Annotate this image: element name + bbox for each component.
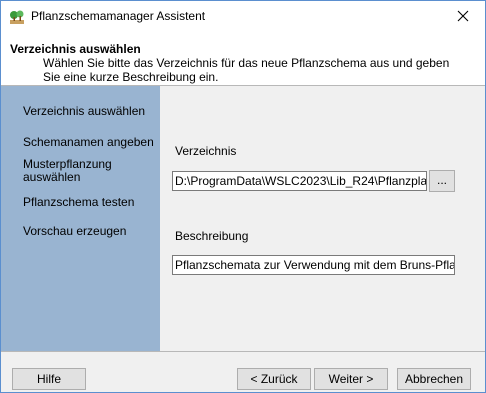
description-label: Beschreibung [175, 229, 249, 243]
directory-field[interactable]: D:\ProgramData\WSLC2023\Lib_R24\Pflanzpl… [172, 171, 427, 191]
back-button[interactable]: < Zurück [237, 368, 311, 390]
next-button[interactable]: Weiter > [314, 368, 388, 390]
title-bar[interactable]: Pflanzschemamanager Assistent [1, 1, 485, 33]
close-icon [457, 10, 469, 25]
sidebar-item-vorschau: Vorschau erzeugen [23, 224, 127, 238]
help-button[interactable]: Hilfe [12, 368, 86, 390]
step-title: Verzeichnis auswählen [10, 42, 141, 56]
step-description: Wählen Sie bitte das Verzeichnis für das… [43, 56, 450, 84]
app-tree-icon [9, 9, 25, 25]
steps-sidebar: Verzeichnis auswählen Schemanamen angebe… [1, 86, 160, 351]
wizard-header: Verzeichnis auswählen Wählen Sie bitte d… [1, 33, 485, 85]
description-field[interactable]: Pflanzschemata zur Verwendung mit dem Br… [172, 255, 455, 275]
close-button[interactable] [441, 1, 485, 33]
sidebar-item-verzeichnis: Verzeichnis auswählen [23, 104, 146, 118]
browse-button[interactable]: ... [429, 170, 455, 192]
wizard-content: Verzeichnis D:\ProgramData\WSLC2023\Lib_… [160, 86, 485, 351]
footer-divider [1, 351, 485, 352]
cancel-button[interactable]: Abbrechen [397, 368, 471, 390]
wizard-window: Pflanzschemamanager Assistent Verzeichni… [0, 0, 486, 393]
window-title: Pflanzschemamanager Assistent [31, 9, 206, 23]
directory-label: Verzeichnis [175, 144, 237, 158]
sidebar-item-schemaname: Schemanamen angeben [23, 135, 154, 149]
sidebar-item-musterpflanzung: Musterpflanzung auswählen [23, 157, 112, 184]
sidebar-item-testen: Pflanzschema testen [23, 195, 135, 209]
